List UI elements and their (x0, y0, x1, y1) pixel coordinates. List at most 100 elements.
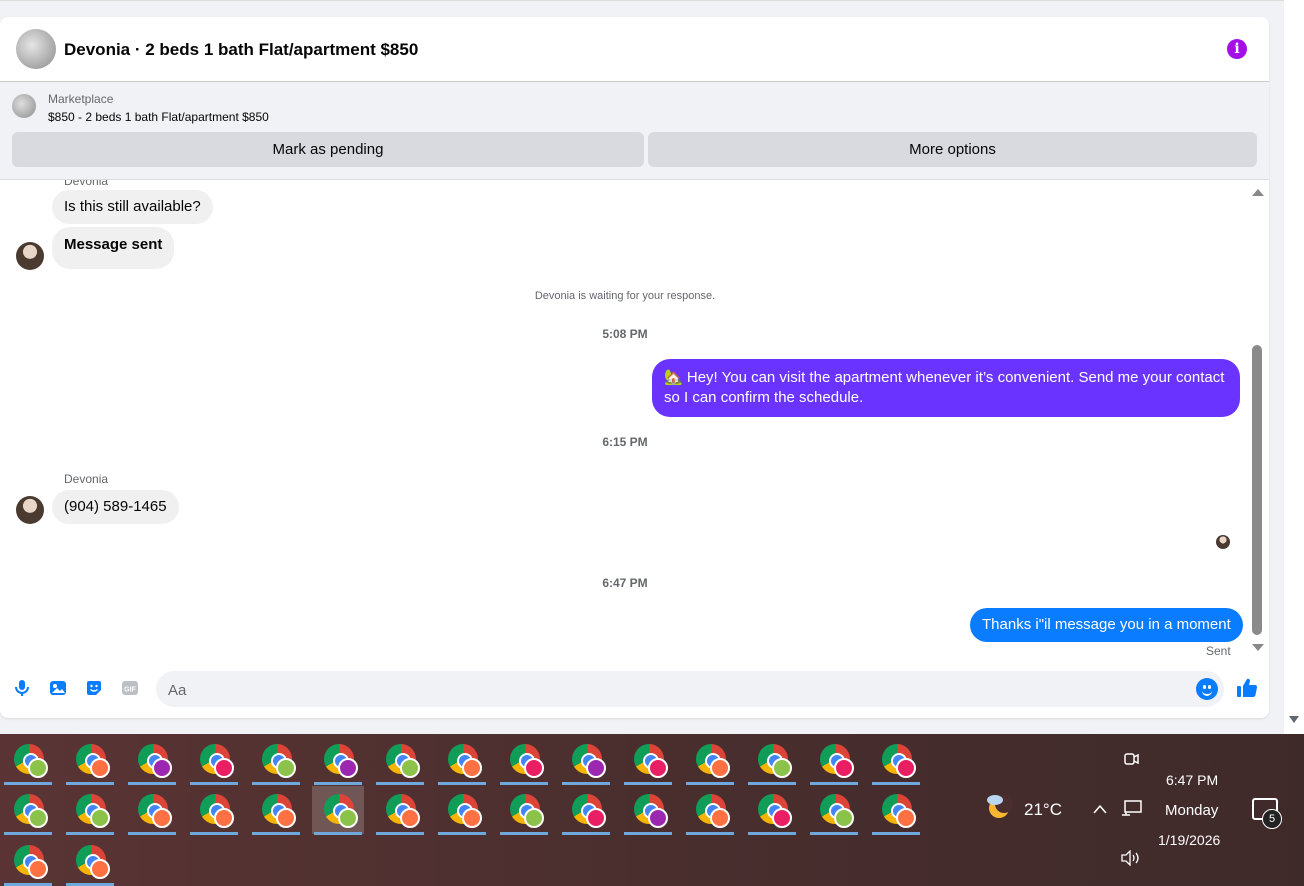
profile-badge-icon (710, 758, 730, 778)
page-scrollbar[interactable] (1284, 0, 1304, 734)
chrome-taskbar-button[interactable] (126, 786, 178, 835)
profile-badge-icon (772, 808, 792, 828)
chrome-taskbar-button[interactable] (684, 736, 736, 785)
gif-icon[interactable]: GIF (121, 679, 139, 697)
running-indicator (4, 832, 52, 835)
scroll-up-arrow[interactable] (1252, 189, 1264, 196)
outgoing-message[interactable]: 🏡 Hey! You can visit the apartment whene… (652, 359, 1240, 417)
running-indicator (66, 832, 114, 835)
chat-window: Devonia · 2 beds 1 bath Flat/apartment $… (0, 17, 1269, 718)
chrome-taskbar-button[interactable] (622, 736, 674, 785)
scroll-thumb[interactable] (1252, 345, 1262, 635)
profile-badge-icon (90, 758, 110, 778)
temperature[interactable]: 21°C (1024, 800, 1062, 820)
chrome-taskbar-button[interactable] (560, 736, 612, 785)
volume-icon[interactable] (1120, 850, 1142, 866)
message-input-container[interactable] (156, 671, 1224, 707)
chrome-taskbar-button[interactable] (374, 736, 426, 785)
seen-indicator-avatar (1216, 535, 1230, 549)
clock-day[interactable]: Monday (1165, 802, 1218, 819)
profile-badge-icon (586, 758, 606, 778)
profile-badge-icon (462, 758, 482, 778)
chrome-taskbar-button[interactable] (188, 736, 240, 785)
listing-avatar[interactable] (16, 29, 56, 69)
sender-avatar[interactable] (16, 496, 44, 524)
profile-badge-icon (90, 808, 110, 828)
running-indicator (314, 782, 362, 785)
chrome-taskbar-button[interactable] (188, 786, 240, 835)
mark-as-pending-button[interactable]: Mark as pending (12, 132, 644, 167)
chrome-taskbar-button[interactable] (126, 736, 178, 785)
message-scrollbar[interactable] (1250, 187, 1264, 657)
chrome-taskbar-button[interactable] (870, 786, 922, 835)
photo-icon[interactable] (49, 679, 67, 697)
chrome-taskbar-button[interactable] (250, 786, 302, 835)
thumbs-up-icon[interactable] (1236, 677, 1258, 699)
chrome-taskbar-button[interactable] (808, 786, 860, 835)
chrome-taskbar-button[interactable] (312, 786, 364, 835)
profile-badge-icon (28, 859, 48, 879)
profile-badge-icon (834, 808, 854, 828)
profile-badge-icon (524, 808, 544, 828)
chrome-taskbar-button[interactable] (622, 786, 674, 835)
microphone-icon[interactable] (13, 679, 31, 697)
chrome-taskbar-button[interactable] (808, 736, 860, 785)
sticker-icon[interactable] (85, 679, 103, 697)
sender-avatar[interactable] (16, 242, 44, 270)
profile-badge-icon (338, 808, 358, 828)
listing-thumbnail[interactable] (12, 94, 36, 118)
emoji-icon[interactable] (1196, 678, 1218, 700)
chrome-taskbar-button[interactable] (684, 786, 736, 835)
chrome-taskbar-button[interactable] (498, 786, 550, 835)
chrome-taskbar-button[interactable] (64, 786, 116, 835)
chrome-taskbar-button[interactable] (870, 736, 922, 785)
message-list[interactable]: Devonia Is this still available? Message… (0, 180, 1250, 660)
sender-name: Devonia (64, 472, 109, 486)
scroll-down-arrow[interactable] (1252, 644, 1264, 651)
running-indicator (314, 832, 362, 835)
chrome-taskbar-button[interactable] (250, 736, 302, 785)
chrome-taskbar-button[interactable] (436, 786, 488, 835)
chrome-taskbar-button[interactable] (2, 786, 54, 835)
running-indicator (376, 832, 424, 835)
weather-moon-cloud-icon[interactable] (985, 792, 1013, 820)
profile-badge-icon (896, 758, 916, 778)
incoming-message[interactable]: Is this still available? (52, 190, 213, 224)
chrome-taskbar-button[interactable] (436, 736, 488, 785)
scroll-down-arrow[interactable] (1289, 716, 1299, 723)
chrome-taskbar-button[interactable] (374, 786, 426, 835)
running-indicator (872, 782, 920, 785)
timestamp: 5:08 PM (602, 327, 648, 341)
chrome-taskbar-button[interactable] (560, 786, 612, 835)
chrome-taskbar-button[interactable] (746, 786, 798, 835)
incoming-message[interactable]: Message sent (52, 227, 175, 269)
running-indicator (748, 782, 796, 785)
profile-badge-icon (648, 758, 668, 778)
meet-now-icon[interactable] (1123, 750, 1139, 768)
profile-badge-icon (28, 758, 48, 778)
listing-summary[interactable]: $850 - 2 beds 1 bath Flat/apartment $850 (48, 110, 269, 124)
running-indicator (686, 832, 734, 835)
outgoing-message[interactable]: Thanks i"il message you in a moment (970, 608, 1243, 642)
more-options-button[interactable]: More options (648, 132, 1257, 167)
chat-title[interactable]: Devonia · 2 beds 1 bath Flat/apartment $… (64, 40, 418, 60)
sender-name: Devonia (64, 180, 109, 188)
incoming-message[interactable]: (904) 589-1465 (52, 490, 179, 524)
chrome-taskbar-button[interactable] (312, 736, 364, 785)
chat-header: Devonia · 2 beds 1 bath Flat/apartment $… (0, 17, 1269, 82)
chrome-taskbar-button[interactable] (64, 736, 116, 785)
network-icon[interactable] (1121, 800, 1143, 818)
chevron-up-icon[interactable] (1092, 803, 1108, 815)
chrome-taskbar-button[interactable] (498, 736, 550, 785)
clock-time[interactable]: 6:47 PM (1166, 772, 1218, 788)
info-icon[interactable]: i (1227, 39, 1247, 59)
running-indicator (624, 832, 672, 835)
chrome-taskbar-button[interactable] (2, 837, 54, 886)
marketplace-label: Marketplace (48, 92, 114, 106)
chrome-taskbar-button[interactable] (2, 736, 54, 785)
message-input[interactable] (166, 679, 1190, 701)
top-divider (0, 0, 1284, 1)
chrome-taskbar-button[interactable] (746, 736, 798, 785)
chrome-taskbar-button[interactable] (64, 837, 116, 886)
clock-date[interactable]: 1/19/2026 (1158, 832, 1220, 848)
